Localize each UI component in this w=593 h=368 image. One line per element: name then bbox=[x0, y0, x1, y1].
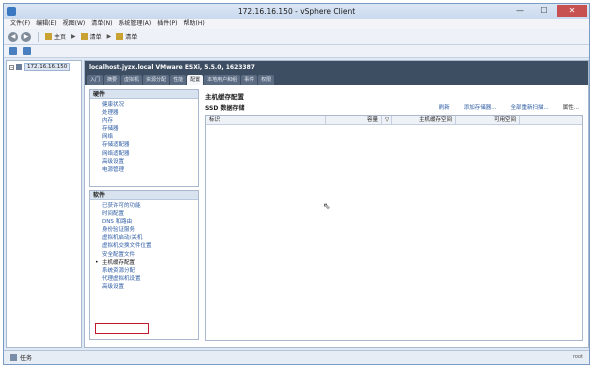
window-title: 172.16.16.150 - vSphere Client bbox=[237, 7, 356, 16]
content-title: 主机缓存配置 bbox=[205, 93, 244, 101]
selection-highlight-box bbox=[95, 323, 149, 334]
sw-link-licensed-features[interactable]: 已获许可的功能 bbox=[102, 202, 198, 210]
action-toolbar bbox=[4, 45, 589, 58]
menu-plugins[interactable]: 插件(P) bbox=[154, 19, 180, 29]
refresh-link[interactable]: 刷新 bbox=[439, 103, 450, 111]
datastore-table: 标识 容量 ▽ 主机缓存空间 可用空间 ⇖ bbox=[205, 115, 583, 341]
inventory-tree: − 172.16.16.150 bbox=[6, 60, 82, 348]
hw-link-power-management[interactable]: 电源管理 bbox=[102, 166, 198, 174]
tab-virtual-machines[interactable]: 虚拟机 bbox=[121, 75, 143, 85]
menu-inventory[interactable]: 清单(N) bbox=[88, 19, 115, 29]
vsphere-client-window: 172.16.16.150 - vSphere Client — ☐ ✕ 文件(… bbox=[3, 3, 590, 365]
tasks-button[interactable]: 任务 bbox=[20, 353, 32, 362]
menu-file[interactable]: 文件(F) bbox=[7, 19, 33, 29]
content-subtitle: SSD 数据存储 bbox=[205, 105, 245, 112]
tab-getting-started[interactable]: 入门 bbox=[87, 75, 104, 85]
menu-view[interactable]: 视图(W) bbox=[60, 19, 89, 29]
menu-administration[interactable]: 系统管理(A) bbox=[115, 19, 154, 29]
hardware-title: 硬件 bbox=[90, 90, 198, 99]
tab-performance[interactable]: 性能 bbox=[170, 75, 187, 85]
sw-link-dns-routing[interactable]: DNS 和路由 bbox=[102, 218, 198, 226]
breadcrumb-inventory[interactable]: 清单 bbox=[90, 32, 102, 41]
content-area: 主机缓存配置 SSD 数据存储 刷新 添加存储器... 全部重新扫描... 属性… bbox=[203, 89, 585, 343]
column-capacity[interactable]: 容量 bbox=[326, 116, 382, 124]
title-bar: 172.16.16.150 - vSphere Client — ☐ ✕ bbox=[4, 4, 589, 19]
hw-link-storage[interactable]: 存储器 bbox=[102, 125, 198, 133]
tab-permissions[interactable]: 权限 bbox=[258, 75, 275, 85]
hw-link-processors[interactable]: 处理器 bbox=[102, 109, 198, 117]
rescan-all-link[interactable]: 全部重新扫描... bbox=[511, 103, 549, 111]
breadcrumb-home[interactable]: 主页 bbox=[54, 32, 66, 41]
tab-summary[interactable]: 摘要 bbox=[104, 75, 121, 85]
column-identification[interactable]: 标识 bbox=[206, 116, 326, 124]
host-header: localhost.jyzx.local VMware ESXi, 5.5.0,… bbox=[85, 61, 588, 75]
menu-bar: 文件(F) 编辑(E) 视图(W) 清单(N) 系统管理(A) 插件(P) 帮助… bbox=[4, 19, 589, 29]
tab-events[interactable]: 事件 bbox=[241, 75, 258, 85]
close-button[interactable]: ✕ bbox=[557, 5, 587, 17]
home-icon bbox=[45, 33, 52, 40]
column-filler bbox=[520, 116, 582, 124]
inventory-list-icon bbox=[116, 33, 124, 40]
hw-link-network-adapters[interactable]: 网络适配器 bbox=[102, 150, 198, 158]
hw-link-memory[interactable]: 内存 bbox=[102, 117, 198, 125]
host-label[interactable]: 172.16.16.150 bbox=[24, 63, 71, 71]
column-free-space[interactable]: 可用空间 bbox=[456, 116, 520, 124]
sw-link-system-resource-allocation[interactable]: 系统资源分配 bbox=[102, 267, 198, 275]
menu-help[interactable]: 帮助(H) bbox=[181, 19, 208, 29]
sw-link-advanced-settings[interactable]: 高级设置 bbox=[102, 283, 198, 291]
menu-edit[interactable]: 编辑(E) bbox=[33, 19, 59, 29]
breadcrumb-arrow-icon: ▶ bbox=[106, 33, 112, 40]
sw-link-vm-swapfile-location[interactable]: 虚拟机交换文件位置 bbox=[102, 242, 198, 250]
sw-link-time-configuration[interactable]: 时间配置 bbox=[102, 210, 198, 218]
table-header: 标识 容量 ▽ 主机缓存空间 可用空间 bbox=[206, 116, 582, 125]
hw-link-advanced-settings[interactable]: 高级设置 bbox=[102, 158, 198, 166]
sw-link-host-cache-label: 主机缓存配置 bbox=[102, 259, 136, 266]
tab-local-users[interactable]: 本地用户和组 bbox=[204, 75, 241, 85]
hw-link-storage-adapters[interactable]: 存储适配器 bbox=[102, 141, 198, 149]
sw-link-security-profile[interactable]: 安全配置文件 bbox=[102, 251, 198, 259]
breadcrumb-arrow-icon: ▶ bbox=[71, 33, 76, 40]
forward-button[interactable]: ▶ bbox=[21, 31, 31, 42]
navigation-toolbar: ◀ ▶ 主页 ▶ 清单 ▶ 清单 bbox=[4, 29, 589, 45]
content-actions: 刷新 添加存储器... 全部重新扫描... 属性... bbox=[425, 103, 579, 111]
hardware-pane: 硬件 健康状况 处理器 内存 存储器 网络 存储适配器 网络适配器 高级设置 电… bbox=[89, 89, 199, 187]
maximize-button[interactable]: ☐ bbox=[533, 5, 555, 17]
host-panel: localhost.jyzx.local VMware ESXi, 5.5.0,… bbox=[84, 60, 589, 348]
tab-resource-allocation[interactable]: 资源分配 bbox=[143, 75, 170, 85]
hw-link-networking[interactable]: 网络 bbox=[102, 133, 198, 141]
hw-link-health-status[interactable]: 健康状况 bbox=[102, 101, 198, 109]
tab-configuration[interactable]: 配置 bbox=[187, 75, 204, 85]
selected-bullet-icon: • bbox=[95, 258, 99, 266]
sw-link-authentication-services[interactable]: 身份验证服务 bbox=[102, 226, 198, 234]
add-storage-link[interactable]: 添加存储器... bbox=[464, 103, 497, 111]
server-icon bbox=[16, 64, 22, 70]
inventory-icon bbox=[80, 33, 88, 40]
tree-item-host[interactable]: − 172.16.16.150 bbox=[9, 63, 71, 71]
sw-link-agent-vm-settings[interactable]: 代理虚拟机设置 bbox=[102, 275, 198, 283]
refresh-icon[interactable] bbox=[23, 47, 31, 55]
collapse-icon[interactable]: − bbox=[9, 64, 14, 70]
sort-indicator-icon[interactable]: ▽ bbox=[382, 116, 392, 124]
sw-link-vm-startup-shutdown[interactable]: 虚拟机启动/关机 bbox=[102, 234, 198, 242]
software-pane: 软件 已获许可的功能 时间配置 DNS 和路由 身份验证服务 虚拟机启动/关机 … bbox=[89, 190, 199, 340]
toolbar-separator bbox=[38, 31, 39, 42]
back-button[interactable]: ◀ bbox=[8, 31, 18, 42]
properties-link[interactable]: 属性... bbox=[563, 103, 579, 111]
status-user: root bbox=[572, 354, 583, 360]
breadcrumb-inventory-list[interactable]: 清单 bbox=[125, 32, 137, 41]
status-bar: 任务 root bbox=[4, 350, 589, 364]
column-host-cache-space[interactable]: 主机缓存空间 bbox=[392, 116, 456, 124]
tasks-icon[interactable] bbox=[10, 354, 17, 361]
host-tabs: 入门 摘要 虚拟机 资源分配 性能 配置 本地用户和组 事件 权限 bbox=[85, 75, 588, 85]
minimize-button[interactable]: — bbox=[509, 5, 531, 17]
software-title: 软件 bbox=[90, 191, 198, 200]
sw-link-host-cache-configuration[interactable]: • 主机缓存配置 bbox=[95, 259, 198, 267]
mouse-cursor-icon: ⇖ bbox=[323, 202, 331, 212]
add-host-icon[interactable] bbox=[9, 47, 17, 55]
